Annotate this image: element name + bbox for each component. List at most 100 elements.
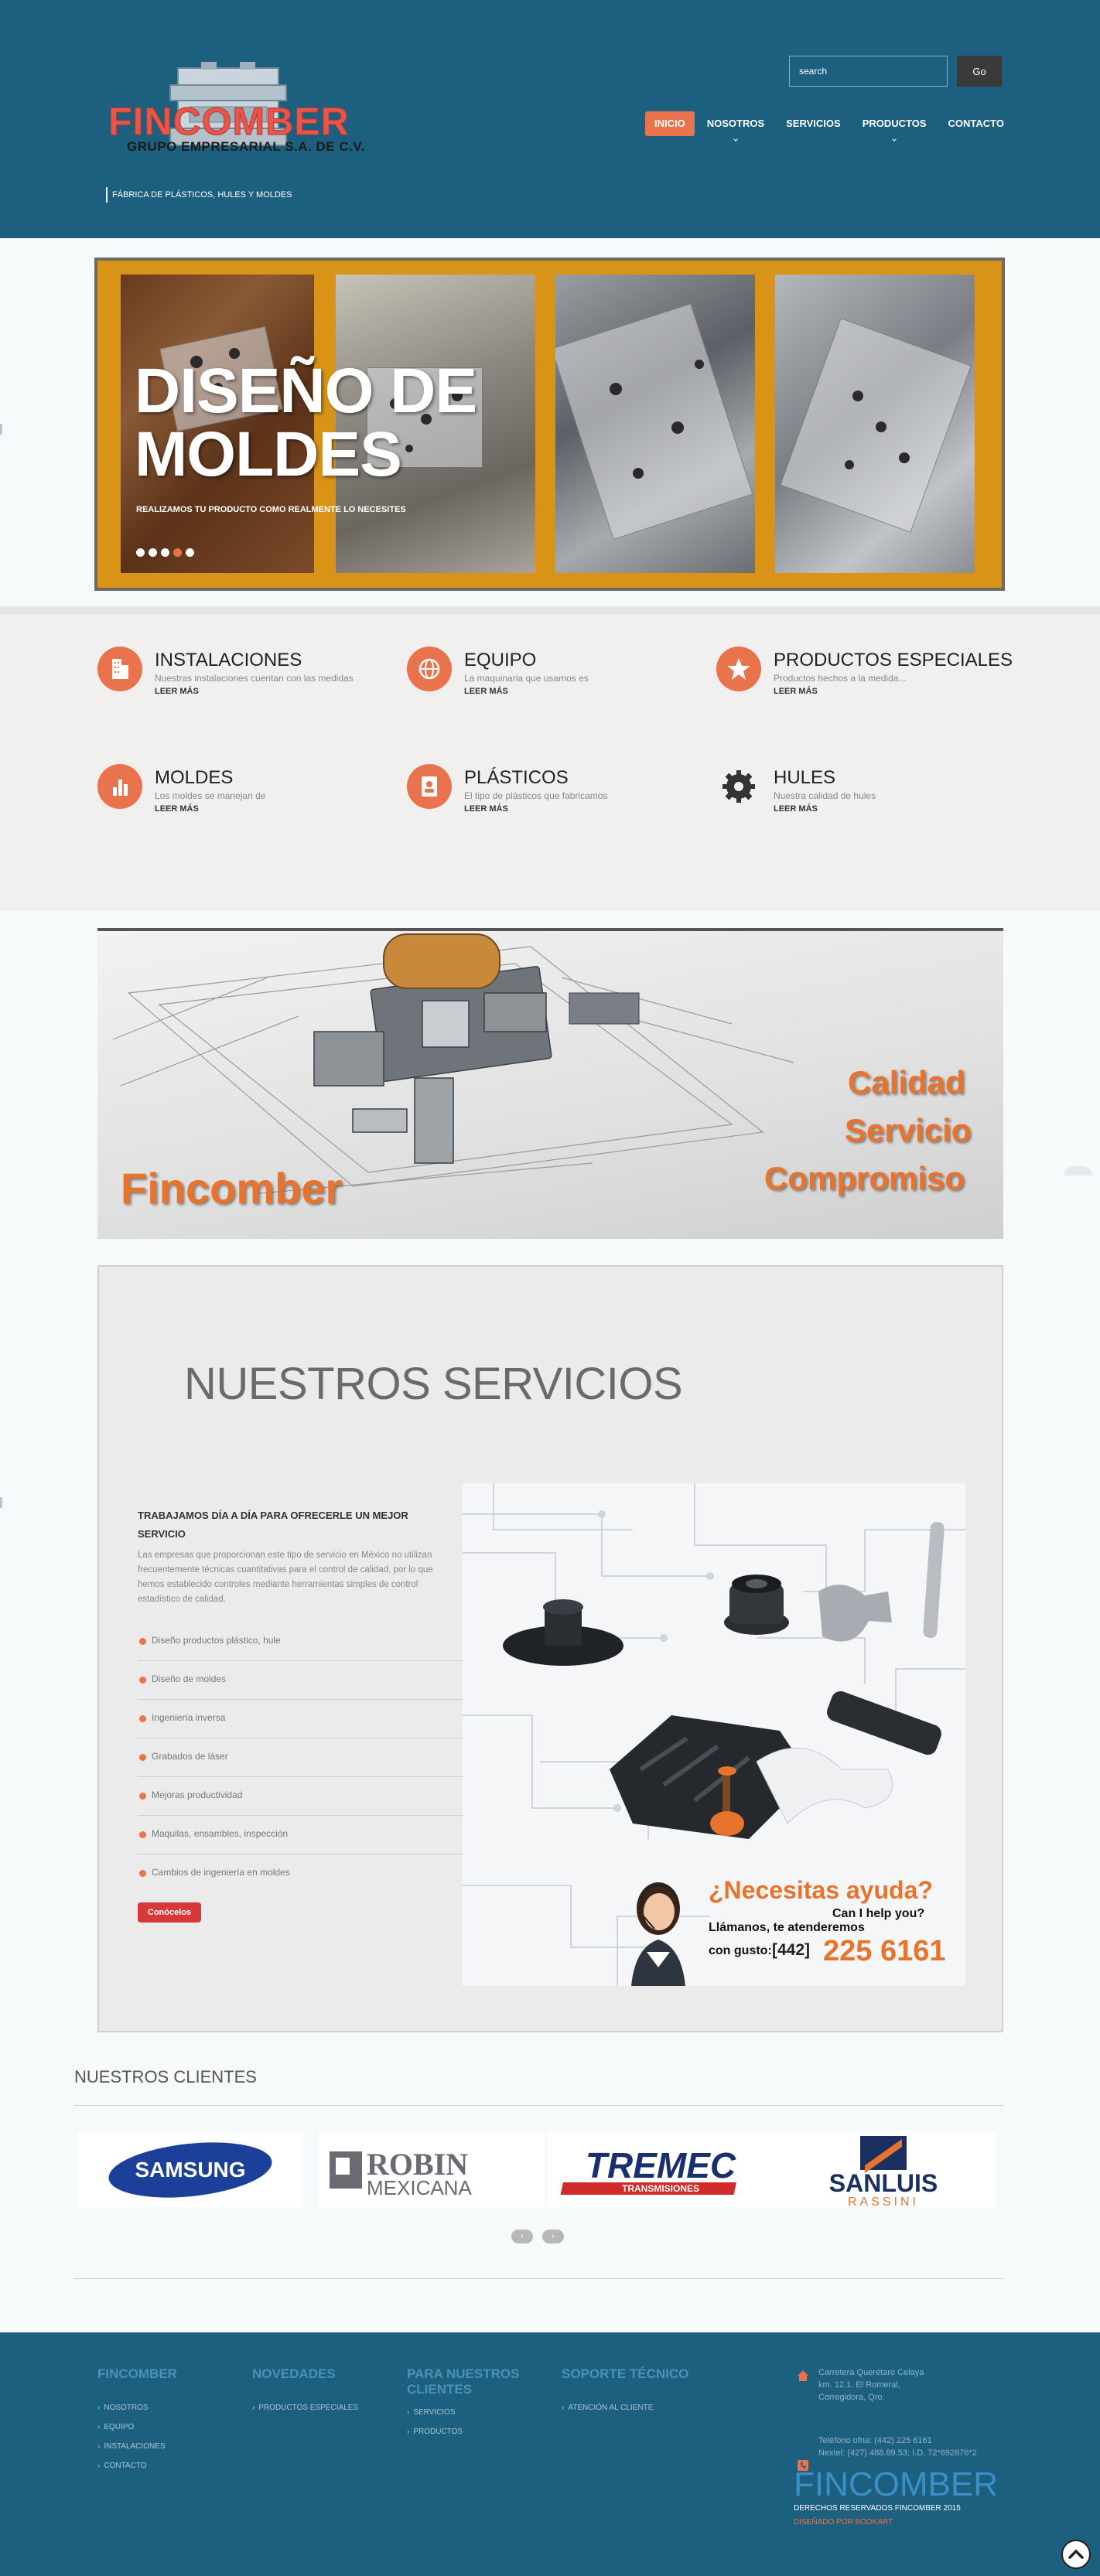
slider-dot[interactable] bbox=[186, 548, 194, 557]
feature-desc: El tipo de plásticos que fabricamos bbox=[464, 790, 608, 801]
footer-link[interactable]: NOSOTROS bbox=[97, 2404, 237, 2412]
list-item-label: Ingeniería inversa bbox=[152, 1712, 226, 1723]
list-item[interactable]: Cambios de ingeniería en moldes bbox=[138, 1854, 463, 1893]
logo-wordmark: FINCOMBER bbox=[108, 100, 350, 144]
slider-dot[interactable] bbox=[161, 548, 169, 557]
hero-slider[interactable]: DISEÑO DE MOLDES REALIZAMOS TU PRODUCTO … bbox=[94, 258, 1005, 591]
feature-equipo[interactable]: EQUIPO La maquinaria que usamos es LEER … bbox=[407, 647, 670, 708]
chevron-up-icon bbox=[1068, 2549, 1084, 2559]
read-more-link[interactable]: LEER MÁS bbox=[155, 804, 199, 814]
features-section: INSTALACIONES Nuestras instalaciones cue… bbox=[0, 606, 1100, 911]
list-item[interactable]: Maquilas, ensambles, inspección bbox=[138, 1816, 463, 1854]
footer-link[interactable]: ATENCIÓN AL CLIENTE bbox=[562, 2404, 701, 2412]
nav-item-nosotros[interactable]: NOSOTROS bbox=[698, 111, 774, 142]
list-item[interactable]: Diseño productos plástico, hule bbox=[138, 1622, 463, 1661]
building-icon bbox=[97, 647, 142, 691]
read-more-link[interactable]: LEER MÁS bbox=[464, 804, 508, 814]
read-more-link[interactable]: LEER MÁS bbox=[774, 687, 818, 696]
client-logo-robin[interactable]: ROBIN MEXICANA bbox=[319, 2131, 545, 2207]
chevron-down-icon bbox=[892, 137, 897, 142]
list-item[interactable]: Mejoras productividad bbox=[138, 1777, 463, 1816]
search-go-button[interactable]: Go bbox=[957, 56, 1002, 87]
feature-desc: Nuestras instalaciones cuentan con las m… bbox=[155, 673, 354, 684]
slide-title-line: DISEÑO DE bbox=[135, 356, 477, 426]
feature-productos-especiales[interactable]: PRODUCTOS ESPECIALES Productos hechos a … bbox=[716, 647, 1013, 708]
site-header: FINCOMBER GRUPO EMPRESARIAL S.A. DE C.V.… bbox=[0, 0, 1100, 238]
services-intro: Las empresas que proporcionan este tipo … bbox=[138, 1551, 433, 1604]
conocelos-button[interactable]: Conócelos bbox=[138, 1902, 201, 1923]
list-item-label: Diseño productos plástico, hule bbox=[152, 1635, 281, 1646]
edge-marker bbox=[0, 424, 2, 435]
footer-link[interactable]: PRODUCTOS bbox=[407, 2428, 546, 2436]
star-icon bbox=[716, 647, 761, 691]
slider-dot-active[interactable] bbox=[173, 548, 182, 557]
mold-hole bbox=[610, 383, 622, 395]
footer-link[interactable]: SERVICIOS bbox=[407, 2408, 546, 2417]
client-logo-tremec[interactable]: TREMEC TRANSMISIONES bbox=[548, 2131, 774, 2207]
slider-dot[interactable] bbox=[149, 548, 157, 557]
nav-item-servicios[interactable]: SERVICIOS bbox=[777, 111, 850, 136]
footer-link[interactable]: INSTALACIONES bbox=[97, 2442, 237, 2451]
feature-hules[interactable]: HULES Nuestra calidad de hules LEER MÁS bbox=[716, 764, 979, 826]
footer-contact: Carretera Querétaro Celaya km. 12.1. El … bbox=[797, 2366, 1021, 2471]
help-line: Llámanos, te atenderemos bbox=[709, 1921, 865, 1934]
list-item-label: Cambios de ingeniería en moldes bbox=[152, 1867, 290, 1878]
services-title: NUESTROS SERVICIOS bbox=[184, 1359, 683, 1409]
nav-item-productos[interactable]: PRODUCTOS bbox=[853, 111, 936, 142]
chevron-left-icon[interactable]: ‹ bbox=[511, 2230, 533, 2243]
services-intro-heading: TRABAJAMOS DÍA A DÍA PARA OFRECERLE UN M… bbox=[138, 1510, 408, 1540]
mold-photo bbox=[555, 275, 755, 573]
feature-plasticos[interactable]: PLÁSTICOS El tipo de plásticos que fabri… bbox=[407, 764, 670, 826]
rubber-parts-illustration bbox=[503, 1522, 945, 1839]
list-item[interactable]: Grabados de láser bbox=[138, 1738, 463, 1777]
client-logo-sanluis[interactable]: SANLUIS RASSINI bbox=[770, 2131, 996, 2209]
bullet-icon bbox=[139, 1715, 146, 1722]
footer-design-credit[interactable]: DISEÑADO POR BOOKART bbox=[794, 2518, 893, 2527]
address-book-icon bbox=[407, 764, 452, 809]
bullet-icon bbox=[139, 1831, 146, 1838]
feature-title: PRODUCTOS ESPECIALES bbox=[774, 650, 1013, 670]
slide-subtitle: REALIZAMOS TU PRODUCTO COMO REALMENTE LO… bbox=[136, 505, 406, 514]
read-more-link[interactable]: LEER MÁS bbox=[155, 687, 199, 696]
address-line: Carretera Querétaro Celaya bbox=[818, 2368, 924, 2377]
client-sub: MEXICANA bbox=[367, 2176, 472, 2199]
phone-area-code: [442] bbox=[772, 1941, 811, 1959]
services-section: NUESTROS SERVICIOS TRABAJAMOS DÍA A DÍA … bbox=[97, 1265, 1003, 2032]
list-item[interactable]: Diseño de moldes bbox=[138, 1661, 463, 1700]
list-item-label: Maquilas, ensambles, inspección bbox=[152, 1828, 289, 1839]
read-more-link[interactable]: LEER MÁS bbox=[464, 687, 508, 696]
mold-hole bbox=[633, 468, 644, 479]
chevron-right-icon[interactable]: › bbox=[542, 2230, 564, 2243]
footer-column-title: NOVEDADES bbox=[252, 2366, 336, 2381]
clients-carousel-controls: ‹ › bbox=[511, 2230, 564, 2243]
side-tab bbox=[1064, 1166, 1092, 1175]
footer-link[interactable]: CONTACTO bbox=[97, 2462, 237, 2470]
scroll-to-top-button[interactable] bbox=[1061, 2540, 1091, 2569]
search-input[interactable] bbox=[789, 56, 948, 87]
support-agent-illustration bbox=[631, 1882, 685, 1986]
feature-instalaciones[interactable]: INSTALACIONES Nuestras instalaciones cue… bbox=[97, 647, 360, 708]
nav-label: PRODUCTOS bbox=[862, 118, 927, 129]
nav-item-inicio[interactable]: INICIO bbox=[645, 111, 695, 136]
footer-link[interactable]: PRODUCTOS ESPECIALES bbox=[252, 2404, 391, 2412]
footer-brand: FINCOMBER bbox=[794, 2465, 998, 2503]
client-sub: TRANSMISIONES bbox=[622, 2183, 699, 2194]
feature-desc: Productos hechos a la medida... bbox=[774, 673, 907, 684]
banner-word: Compromiso bbox=[764, 1160, 965, 1196]
home-icon bbox=[798, 2370, 808, 2381]
feature-moldes[interactable]: MOLDES Los moldes se manejan de LEER MÁS bbox=[97, 764, 360, 826]
divider bbox=[74, 2105, 1003, 2106]
nav-item-contacto[interactable]: CONTACTO bbox=[939, 111, 1013, 136]
footer-link[interactable]: EQUIPO bbox=[97, 2423, 237, 2431]
slider-dot[interactable] bbox=[136, 548, 145, 557]
footer-column-title: PARA NUESTROS CLIENTES bbox=[407, 2366, 520, 2397]
feature-title: PLÁSTICOS bbox=[464, 767, 569, 788]
client-logo-samsung[interactable]: SAMSUNG bbox=[77, 2131, 303, 2207]
slider-pagination bbox=[136, 548, 194, 557]
sanluis-logo: SANLUIS RASSINI bbox=[829, 2136, 938, 2209]
address-line: km. 12.1. El Romeral, bbox=[818, 2380, 900, 2390]
list-item-label: Diseño de moldes bbox=[152, 1674, 227, 1684]
read-more-link[interactable]: LEER MÁS bbox=[774, 804, 818, 814]
site-logo[interactable]: FINCOMBER GRUPO EMPRESARIAL S.A. DE C.V. bbox=[108, 62, 371, 162]
list-item[interactable]: Ingeniería inversa bbox=[138, 1700, 463, 1738]
